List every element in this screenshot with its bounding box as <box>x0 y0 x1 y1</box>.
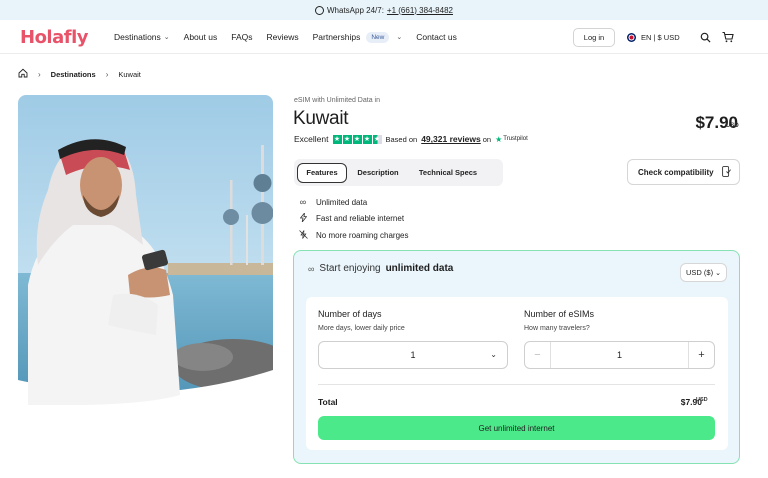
chevron-right-icon: › <box>38 69 41 79</box>
product-tabs: Features Description Technical Specs <box>294 159 503 186</box>
home-icon[interactable] <box>18 68 28 80</box>
esims-sublabel: How many travelers? <box>524 325 590 332</box>
list-item: ∞ Unlimited data <box>299 197 368 208</box>
nav-item-faqs[interactable]: FAQs <box>231 32 252 42</box>
chevron-down-icon: ⌄ <box>396 34 403 41</box>
phone-check-icon <box>721 165 731 179</box>
locale-selector[interactable]: EN | $ USD <box>627 28 680 47</box>
tab-features[interactable]: Features <box>297 162 347 183</box>
tab-description[interactable]: Description <box>347 163 409 183</box>
tab-technical-specs[interactable]: Technical Specs <box>409 163 487 183</box>
trustpilot-star-icon: ★ <box>495 134 503 144</box>
star-half-icon: ★ <box>372 134 382 144</box>
uk-flag-icon <box>627 33 636 42</box>
chevron-down-icon: ⌄ <box>163 34 170 41</box>
breadcrumb: › Destinations › Kuwait <box>18 68 141 80</box>
star-icon: ★ <box>362 134 372 144</box>
total-label: Total <box>318 397 338 407</box>
divider <box>318 384 715 385</box>
star-icon: ★ <box>342 134 352 144</box>
new-badge: New <box>366 31 390 43</box>
chevron-right-icon: › <box>105 69 109 79</box>
get-unlimited-internet-button[interactable]: Get unlimited internet <box>318 416 715 440</box>
rating-label: Excellent <box>294 134 329 144</box>
reviews-link[interactable]: 49,321 reviews <box>421 134 481 144</box>
whatsapp-phone-link[interactable]: +1 (661) 384-8482 <box>387 6 453 15</box>
days-label: Number of days <box>318 309 382 319</box>
breadcrumb-current: Kuwait <box>118 69 141 79</box>
list-item: Fast and reliable internet <box>298 211 408 228</box>
nav-item-about-us[interactable]: About us <box>184 32 218 42</box>
esims-label: Number of eSIMs <box>524 309 595 319</box>
rating-on: on <box>482 134 492 144</box>
features-list: ∞ Unlimited data Fast and reliable inter… <box>298 194 408 244</box>
chevron-down-icon: ⌄ <box>715 269 721 277</box>
product-price-currency: USD <box>726 123 739 129</box>
trustpilot-rating[interactable]: Excellent ★ ★ ★ ★ ★ Based on 49,321 revi… <box>294 134 528 144</box>
breadcrumb-destinations[interactable]: Destinations <box>51 70 96 79</box>
cart-icon[interactable] <box>722 31 734 43</box>
nav-item-partnerships[interactable]: Partnerships New ⌄ <box>313 31 403 43</box>
infinity-icon: ∞ <box>299 197 307 208</box>
list-item: No more roaming charges <box>298 227 408 244</box>
rating-stars: ★ ★ ★ ★ ★ <box>332 134 382 144</box>
nav-item-contact-us[interactable]: Contact us <box>416 32 457 42</box>
nav-item-destinations[interactable]: Destinations ⌄ <box>114 32 170 42</box>
increment-button[interactable]: + <box>688 342 714 368</box>
chevron-down-icon: ⌄ <box>490 350 497 359</box>
product-eyebrow: eSIM with Unlimited Data in <box>294 97 380 104</box>
whatsapp-label: WhatsApp 24/7: <box>327 5 384 15</box>
check-compatibility-button[interactable]: Check compatibility <box>627 159 740 185</box>
star-icon: ★ <box>332 134 342 144</box>
plan-heading: ∞ Start enjoying unlimited data <box>308 263 454 274</box>
whatsapp-icon <box>315 5 324 15</box>
nav-menu: Destinations ⌄ About us FAQs Reviews Par… <box>114 20 471 54</box>
search-icon[interactable] <box>699 31 711 43</box>
plan-card: ∞ Start enjoying unlimited data USD ($) … <box>293 250 740 464</box>
total-currency: USD <box>696 397 708 403</box>
holafly-logo[interactable]: Holafly <box>20 27 88 48</box>
decrement-button[interactable]: − <box>525 342 551 368</box>
main-nav: Holafly Destinations ⌄ About us FAQs Rev… <box>0 20 768 54</box>
infinity-icon: ∞ <box>308 263 315 274</box>
esims-stepper: − 1 + <box>524 341 715 369</box>
days-select[interactable]: 1 ⌄ <box>318 341 508 369</box>
top-bar: WhatsApp 24/7: +1 (661) 384-8482 <box>0 0 768 20</box>
days-sublabel: More days, lower daily price <box>318 325 405 332</box>
trustpilot-logo: ★ Trustpilot <box>495 134 528 144</box>
login-button[interactable]: Log in <box>573 28 615 47</box>
lightning-icon <box>298 211 308 224</box>
star-icon: ★ <box>352 134 362 144</box>
no-roaming-icon <box>298 229 308 241</box>
plan-options: Number of days More days, lower daily pr… <box>306 297 728 450</box>
nav-item-reviews[interactable]: Reviews <box>266 32 298 42</box>
hero-image <box>18 95 273 405</box>
currency-select[interactable]: USD ($) ⌄ <box>680 263 727 282</box>
product-title: Kuwait <box>293 108 349 129</box>
rating-based-on: Based on <box>385 134 418 144</box>
esims-value[interactable]: 1 <box>551 350 688 360</box>
